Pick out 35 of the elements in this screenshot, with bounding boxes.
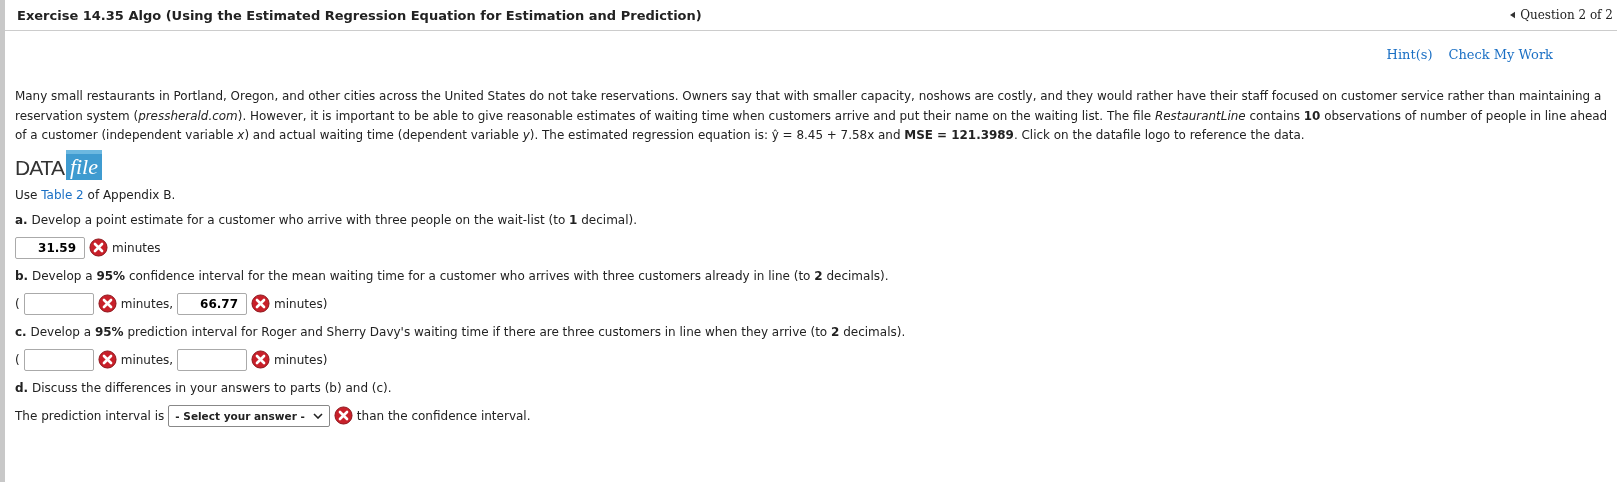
left-arrow-icon — [1510, 11, 1516, 19]
answer-text: ( — [15, 352, 20, 367]
question-text: b. Develop a 95% confidence interval for the mean waiting time for a customer who arrives with three customers already in line (to 2 decimals). — [15, 267, 890, 285]
incorrect-icon — [97, 294, 117, 313]
table-link[interactable]: Table 2 — [41, 187, 84, 202]
exercise-title: Exercise 14.35 Algo (Using the Estimated Regression Equation for Estimation and Prediction) — [17, 7, 702, 23]
answer-dropdown[interactable]: - Select your answer - — [168, 404, 330, 427]
answer-text: minutes, — [120, 296, 174, 311]
problem-text: Many small restaurants in Portland, Oregon, and other cities across the United States do not take reservations. Owners say that with smaller capacity, noshows are costly, and they would rather have their staff focused on customer service rather than maintaining a reservation system (pressherald.com). However, it is important to be able to give reasonable estimates of waiting time when customers arrive and put their name on the waiting list. The file RestaurantLine contains 10 observations of number of people in line ahead of a customer (independent variable x) and actual waiting time (dependent variable y). The estimated regression equation is: ŷ = 8.45 + 7.58x and MSE = 121.3989. Click on the datafile logo to reference the data. — [15, 88, 1609, 144]
answer-field[interactable] — [23, 348, 94, 371]
answer-text: minutes) — [274, 296, 328, 311]
answer-field[interactable] — [177, 348, 248, 371]
incorrect-icon — [97, 350, 117, 369]
answer-text: than the confidence interval. — [356, 408, 531, 423]
help-link[interactable]: Check My Work — [1448, 47, 1553, 87]
answer-field[interactable]: 66.77 — [177, 292, 248, 315]
help-link[interactable]: Hint(s) — [1386, 47, 1433, 87]
question-text: d. Discuss the differences in your answers to parts (b) and (c). — [15, 379, 393, 397]
incorrect-icon — [89, 238, 108, 257]
incorrect-icon — [251, 294, 271, 313]
answer-text: minutes, — [120, 352, 174, 367]
instruction-text: Use Table 2 of Appendix B. — [15, 186, 177, 204]
answer-text: minutes) — [274, 352, 328, 367]
answer-field[interactable]: 31.59 — [15, 236, 85, 259]
caret-icon — [312, 412, 323, 419]
datafile-logo[interactable]: DATA file — [15, 149, 102, 180]
answer-text: The prediction interval is — [15, 408, 165, 423]
incorrect-icon — [333, 406, 353, 425]
question-text: c. Develop a 95% prediction interval for Roger and Sherry Davy's waiting time if there are three customers in line when they arrive (to 2 decimals). — [15, 323, 907, 341]
question-navigation[interactable]: Question 2 of 2 — [1510, 8, 1613, 22]
incorrect-icon — [251, 350, 271, 369]
answer-field[interactable] — [23, 292, 94, 315]
answer-text: minutes — [112, 240, 161, 255]
answer-text: ( — [15, 296, 20, 311]
question-text: a. Develop a point estimate for a customer who arrive with three people on the wait-list (to 1 decimal). — [15, 211, 639, 229]
